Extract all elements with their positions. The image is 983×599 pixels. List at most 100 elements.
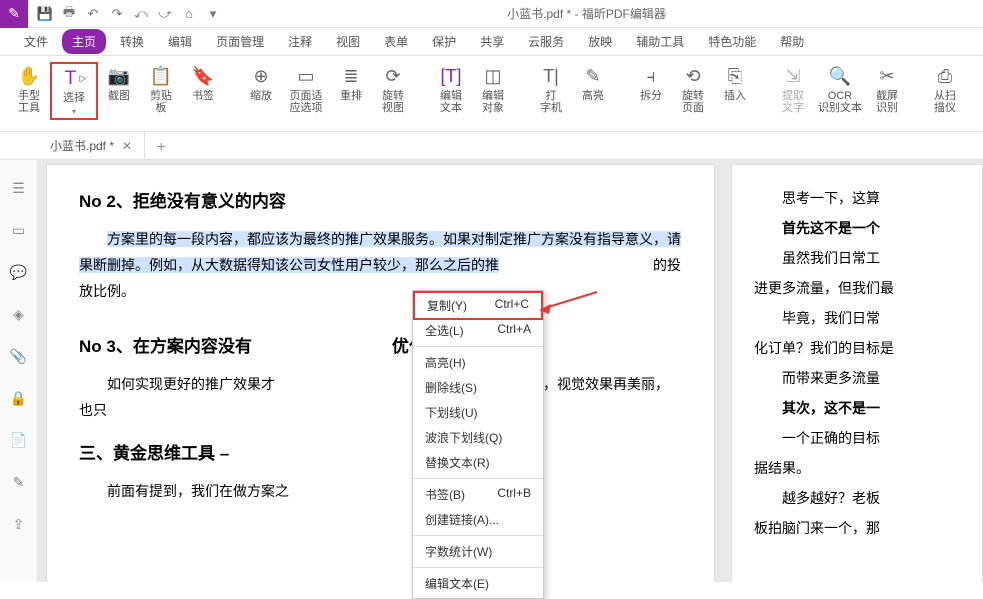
tab-document[interactable]: 小蓝书.pdf * ✕ [38,132,145,160]
select-icon: Ｔ▷ [62,66,86,90]
menu-表单[interactable]: 表单 [374,29,418,54]
heading-no2: No 2、拒绝没有意义的内容 [79,187,682,212]
redo-icon[interactable]: ↷ [108,5,126,23]
ocr-button[interactable]: 🔍OCR 识别文本 [814,62,866,114]
highlight-icon: ✎ [581,64,605,88]
hand-tool-button[interactable]: ✋手型 工具 [8,62,50,114]
paragraph: 如何实现更好的推广效果才果内容不能实施落地，视觉效果再美丽，也只 [79,371,682,423]
sidebar: ☰ ▭ 💬 ◈ 📎 🔒 📄 ✎ ⇪ [0,160,38,582]
paragraph: 前面有提到，我们在做方案之一下，做出 [79,478,682,504]
text-line: 毕竟，我们日常 [754,303,982,333]
new-tab-button[interactable]: + [145,138,177,154]
menu-文件[interactable]: 文件 [14,29,58,54]
print-icon[interactable]: 🖶 [60,5,78,23]
ocr-icon: 🔍 [828,64,852,88]
heading-3: 三、黄金思维工具 – [79,439,682,464]
menu-编辑[interactable]: 编辑 [158,29,202,54]
ctx-replace-text[interactable]: 替换文本(R) [413,450,543,475]
ctx-select-all[interactable]: 全选(L)Ctrl+A [413,318,543,343]
bookmark-icon: 🔖 [191,64,215,88]
menu-云服务[interactable]: 云服务 [518,29,574,54]
screen-ocr-button[interactable]: ✂截屏 识别 [866,62,908,114]
text-line: 越多越好？老板 [754,483,982,513]
rotate-view-button[interactable]: ⟳旋转 视图 [372,62,414,114]
menu-辅助工具[interactable]: 辅助工具 [626,29,694,54]
quick-access-toolbar: 💾 🖶 ↶ ↷ ⤺ ⤻ ⌂ ▾ [28,5,230,23]
split-button[interactable]: ⫞拆分 [630,62,672,102]
menu-注释[interactable]: 注释 [278,29,322,54]
typewriter-button[interactable]: T|打 字机 [530,62,572,114]
ctx-edit-text[interactable]: 编辑文本(E) [413,571,543,596]
ctx-create-link[interactable]: 创建链接(A)... [413,507,543,532]
context-menu: 复制(Y)Ctrl+C 全选(L)Ctrl+A 高亮(H) 删除线(S) 下划线… [412,290,544,599]
next-icon[interactable]: ⤻ [156,5,174,23]
page-icon[interactable]: ▭ [9,220,29,240]
text-line: 而带来更多流量 [754,363,982,393]
page-fit-button[interactable]: ▭页面适 应选项 [282,62,330,114]
home-icon[interactable]: ⌂ [180,5,198,23]
screenshot-icon: ✂ [875,64,899,88]
page-main: No 2、拒绝没有意义的内容 方案里的每一段内容，都应该为最终的推广效果服务。如… [46,164,715,582]
fit-icon: ▭ [294,64,318,88]
text-line: 思考一下，这算 [754,183,982,213]
app-logo: ✎ [0,0,28,28]
ctx-wavyline[interactable]: 波浪下划线(Q) [413,425,543,450]
comment-icon[interactable]: 💬 [9,262,29,282]
signature-icon[interactable]: ✎ [9,472,29,492]
text-line: 其次，这不是一 [754,393,982,423]
ribbon: ✋手型 工具 Ｔ▷选择▾ 📷截图 📋剪贴 板 🔖书签 ⊕缩放 ▭页面适 应选项 … [0,56,983,132]
extract-icon: ⇲ [781,64,805,88]
menu-页面管理[interactable]: 页面管理 [206,29,274,54]
text-line: 化订单？我们的目标是 [754,333,982,363]
menu-转换[interactable]: 转换 [110,29,154,54]
prev-icon[interactable]: ⤺ [132,5,150,23]
ctx-strikethrough[interactable]: 删除线(S) [413,375,543,400]
undo-icon[interactable]: ↶ [84,5,102,23]
attachment-icon[interactable]: 📎 [9,346,29,366]
ctx-bookmark[interactable]: 书签(B)Ctrl+B [413,482,543,507]
menu-主页[interactable]: 主页 [62,29,106,54]
tab-label: 小蓝书.pdf * [50,137,114,154]
typewriter-icon: T| [539,64,563,88]
menu-放映[interactable]: 放映 [578,29,622,54]
qat-dropdown-icon[interactable]: ▾ [204,5,222,23]
menu-共享[interactable]: 共享 [470,29,514,54]
extract-text-button[interactable]: ⇲提取 文字 [772,62,814,114]
heading-no3: No 3、在方案内容没有优化视觉效果 [79,332,682,357]
text-line: 首先这不是一个 [754,213,982,243]
menu-帮助[interactable]: 帮助 [770,29,814,54]
close-icon[interactable]: ✕ [122,139,132,153]
text-line: 板拍脑门来一个，那 [754,513,982,543]
edit-text-icon: [T] [439,64,463,88]
document-tabs: 小蓝书.pdf * ✕ + [0,132,983,160]
page-adjacent: 思考一下，这算 首先这不是一个 虽然我们日常工 进更多流量，但我们最 毕竟，我们… [731,164,983,582]
edit-text-button[interactable]: [T]编辑 文本 [430,62,472,114]
ctx-underline[interactable]: 下划线(U) [413,400,543,425]
split-icon: ⫞ [639,64,663,88]
bookmark-icon[interactable]: ☰ [9,178,29,198]
scan-button[interactable]: ⎙从扫 描仪 [924,62,966,114]
title-bar: ✎ 💾 🖶 ↶ ↷ ⤺ ⤻ ⌂ ▾ 小蓝书.pdf * - 福昕PDF编辑器 [0,0,983,28]
highlight-button[interactable]: ✎高亮 [572,62,614,102]
clipboard-button[interactable]: 📋剪贴 板 [140,62,182,114]
select-tool-button[interactable]: Ｔ▷选择▾ [50,62,98,120]
menu-保护[interactable]: 保护 [422,29,466,54]
ctx-copy[interactable]: 复制(Y)Ctrl+C [415,293,541,318]
zoom-button[interactable]: ⊕缩放 [240,62,282,102]
insert-button[interactable]: ⎘插入 [714,62,756,102]
ctx-word-count[interactable]: 字数统计(W) [413,539,543,564]
snapshot-button[interactable]: 📷截图 [98,62,140,102]
layers-icon[interactable]: ◈ [9,304,29,324]
reflow-button[interactable]: ≣重排 [330,62,372,102]
edit-object-button[interactable]: ◫编辑 对象 [472,62,514,114]
menu-特色功能[interactable]: 特色功能 [698,29,766,54]
security-icon[interactable]: 🔒 [9,388,29,408]
save-icon[interactable]: 💾 [36,5,54,23]
insert-icon: ⎘ [723,64,747,88]
ctx-highlight[interactable]: 高亮(H) [413,350,543,375]
menu-视图[interactable]: 视图 [326,29,370,54]
clipboard-panel-icon[interactable]: 📄 [9,430,29,450]
bookmark-button[interactable]: 🔖书签 [182,62,224,102]
rotate-page-button[interactable]: ⟲旋转 页面 [672,62,714,114]
share-icon[interactable]: ⇪ [9,514,29,534]
